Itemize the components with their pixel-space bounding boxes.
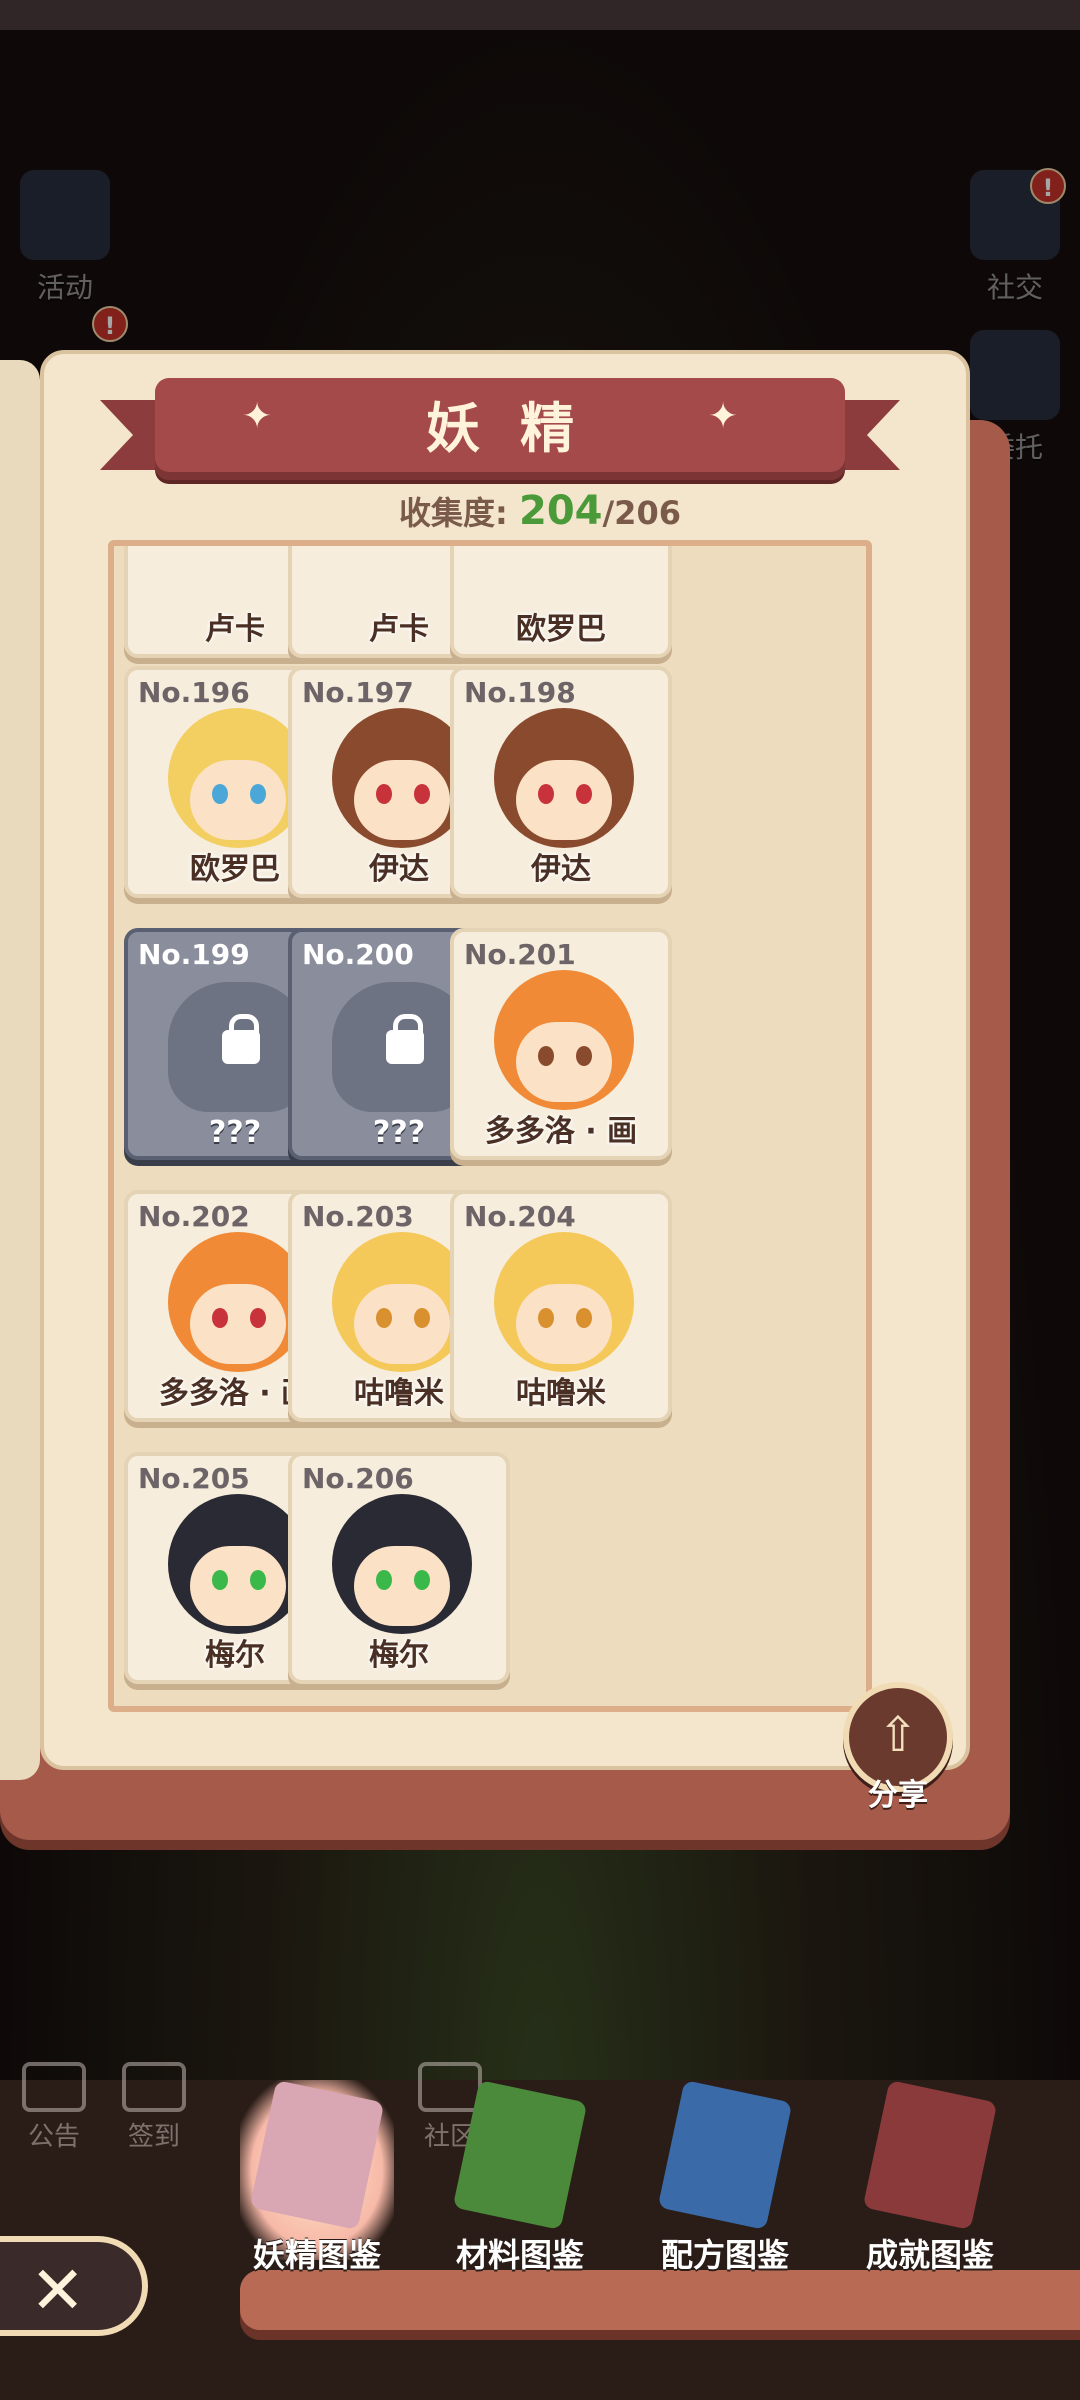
fairy-face <box>190 760 286 840</box>
fairy-card[interactable]: 欧罗巴 <box>450 546 672 658</box>
fairy-eye <box>576 1308 592 1328</box>
fairy-eye <box>414 784 430 804</box>
fairy-name: 梅尔 <box>369 1638 429 1673</box>
fairy-eye <box>250 1570 266 1590</box>
fairy-number: No.199 <box>138 938 250 971</box>
fairy-eye <box>212 1570 228 1590</box>
fairy-eye <box>376 1570 392 1590</box>
fairy-card[interactable]: No.204 咕噜米 <box>450 1190 672 1422</box>
fairy-number: No.203 <box>302 1200 414 1233</box>
fairy-card[interactable]: No.198 伊达 <box>450 666 672 898</box>
fairy-grid-scroll[interactable]: 卢卡 卢卡 欧罗巴 No.196 欧罗巴 No.197 伊达 No.198 伊达 No.199??… <box>108 540 872 1712</box>
bg-notice-button: 公告 <box>14 2062 94 2153</box>
bg-signin-label: 签到 <box>127 2122 180 2152</box>
fairy-name: 欧罗巴 <box>516 612 606 647</box>
fairy-name: 伊达 <box>531 852 591 887</box>
fairy-eye <box>212 784 228 804</box>
fairy-eye <box>376 784 392 804</box>
fairy-name: 咕噜米 <box>516 1376 606 1411</box>
fairy-grid: 卢卡 卢卡 欧罗巴 No.196 欧罗巴 No.197 伊达 No.198 伊达 No.199??… <box>114 546 866 1706</box>
fairy-eye <box>376 1308 392 1328</box>
fairy-face <box>190 1284 286 1364</box>
collected-count: 204 <box>518 488 603 534</box>
crown-book-icon <box>862 2079 998 2231</box>
fairy-eye <box>414 1570 430 1590</box>
tab-achievement-codex[interactable]: 成就图鉴 <box>835 2070 1025 2274</box>
collection-progress: 收集度: 204/206 <box>0 488 1080 534</box>
share-label: 分享 <box>868 1778 928 1813</box>
fairy-face <box>516 760 612 840</box>
notice-icon <box>22 2062 86 2112</box>
fairy-number: No.202 <box>138 1200 250 1233</box>
tab-label: 妖精图鉴 <box>252 2236 381 2274</box>
fairy-face <box>354 1284 450 1364</box>
book-left-page <box>0 360 40 1780</box>
fairy-eye <box>576 1046 592 1066</box>
fairy-number: No.197 <box>302 676 414 709</box>
tab-label: 配方图鉴 <box>660 2236 789 2274</box>
progress-label: 收集度: <box>399 494 508 532</box>
fairy-eye <box>414 1308 430 1328</box>
leaf-book-icon <box>452 2079 588 2231</box>
fairy-number: No.198 <box>464 676 576 709</box>
fairy-face <box>516 1284 612 1364</box>
fairy-eye <box>250 784 266 804</box>
lock-icon <box>386 1014 424 1064</box>
fairy-eye <box>538 784 554 804</box>
fairy-face <box>354 760 450 840</box>
fairy-eye <box>538 1308 554 1328</box>
close-icon: ✕ <box>30 2252 86 2329</box>
fairy-number: No.200 <box>302 938 414 971</box>
tab-recipe-codex[interactable]: 配方图鉴 <box>630 2070 820 2274</box>
tab-label: 材料图鉴 <box>455 2236 584 2274</box>
lock-icon <box>222 1014 260 1064</box>
fairy-eye <box>576 784 592 804</box>
close-button[interactable]: ✕ <box>0 2236 148 2336</box>
tab-fairy-codex[interactable]: 妖精图鉴 <box>222 2070 412 2274</box>
sparkle-icon: ✦ <box>242 396 273 437</box>
tab-label: 成就图鉴 <box>865 2236 994 2274</box>
tab-shelf <box>240 2270 1080 2330</box>
fairy-number: No.196 <box>138 676 250 709</box>
fairy-eye <box>250 1308 266 1328</box>
fairy-name: 多多洛 · 画 <box>484 1114 638 1149</box>
fairy-face <box>190 1546 286 1626</box>
fairy-eye <box>212 1308 228 1328</box>
sparkle-icon: ✦ <box>708 396 739 437</box>
fairy-face <box>354 1546 450 1626</box>
potion-book-icon <box>657 2079 793 2231</box>
bg-signin-button: 签到 <box>114 2062 194 2153</box>
tab-material-codex[interactable]: 材料图鉴 <box>425 2070 615 2274</box>
fairy-number: No.206 <box>302 1462 414 1495</box>
fairy-number: No.201 <box>464 938 576 971</box>
fairy-face <box>516 1022 612 1102</box>
fairy-card[interactable]: No.201 多多洛 · 画 <box>450 928 672 1160</box>
fairy-number: No.204 <box>464 1200 576 1233</box>
total-count: /206 <box>602 494 681 532</box>
fairy-card[interactable]: No.206 梅尔 <box>288 1452 510 1684</box>
fairy-eye <box>538 1046 554 1066</box>
share-icon: ⇧ <box>877 1707 919 1763</box>
fairy-number: No.205 <box>138 1462 250 1495</box>
bg-notice-label: 公告 <box>27 2122 80 2152</box>
calendar-check-icon <box>122 2062 186 2112</box>
